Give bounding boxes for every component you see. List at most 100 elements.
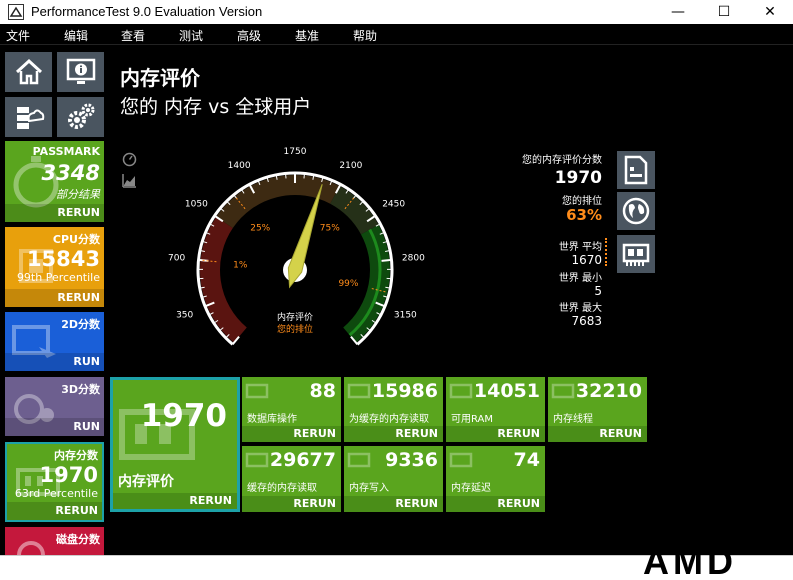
memory-module-icon bbox=[347, 452, 371, 468]
amd-logo: AMD bbox=[643, 541, 737, 580]
result-value: 74 bbox=[513, 449, 540, 471]
result-label: 内存线程 bbox=[553, 414, 593, 425]
result-value: 32210 bbox=[575, 380, 642, 402]
tile-subtext: 99th Percentile bbox=[16, 271, 100, 284]
document-icon bbox=[624, 155, 648, 185]
gauge-tick-label: 2450 bbox=[382, 199, 405, 209]
menu-edit[interactable]: 编辑 bbox=[64, 27, 88, 44]
memory-mark-rerun-button[interactable]: RERUN bbox=[189, 494, 232, 507]
memory-module-icon bbox=[551, 383, 575, 399]
result-tile-database[interactable]: 88 数据库操作 RERUN bbox=[242, 377, 341, 442]
system-info-button[interactable] bbox=[57, 52, 104, 92]
result-tile-memory-threaded[interactable]: 32210 内存线程 RERUN bbox=[548, 377, 647, 442]
disk-icon bbox=[17, 541, 45, 555]
result-tile-uncached-read[interactable]: 15986 为缓存的内存读取 RERUN bbox=[344, 377, 443, 442]
settings-button[interactable] bbox=[57, 97, 104, 137]
tile-name: 内存分数 bbox=[54, 449, 98, 462]
window-title: PerformanceTest 9.0 Evaluation Version bbox=[31, 4, 263, 19]
rerun-button[interactable]: RERUN bbox=[497, 427, 540, 440]
result-value: 15986 bbox=[371, 380, 438, 402]
gauge-major-tick bbox=[381, 258, 392, 262]
rerun-button[interactable]: RERUN bbox=[293, 427, 336, 440]
globe-icon bbox=[622, 197, 650, 225]
world-max-label: 世界 最大 bbox=[558, 303, 602, 314]
memory-module-icon bbox=[245, 383, 269, 399]
passmark-rerun-button[interactable]: RERUN bbox=[57, 206, 100, 219]
page-subtitle: 您的 内存 vs 全球用户 bbox=[120, 96, 312, 118]
tile-subtext: 部分结果 bbox=[56, 188, 100, 201]
memory-rerun-button[interactable]: RERUN bbox=[55, 504, 98, 517]
result-label: 缓存的内存读取 bbox=[247, 483, 317, 494]
memory-mark-result-tile[interactable]: 1970 内存评价 RERUN bbox=[110, 377, 240, 512]
result-tile-available-ram[interactable]: 14051 可用RAM RERUN bbox=[446, 377, 545, 442]
gears-icon bbox=[67, 103, 94, 129]
memory-card-icon bbox=[622, 243, 650, 266]
menu-test[interactable]: 测试 bbox=[179, 27, 203, 44]
world-min-label: 世界 最小 bbox=[558, 273, 602, 284]
cloud-results-button[interactable] bbox=[5, 97, 52, 137]
3d-tile[interactable]: 3D分数 RUN bbox=[5, 377, 104, 436]
score-label: 您的内存评价分数 bbox=[522, 155, 602, 166]
rerun-button[interactable]: RERUN bbox=[395, 497, 438, 510]
result-tile-memory-write[interactable]: 9336 内存写入 RERUN bbox=[344, 446, 443, 512]
rerun-button[interactable]: RERUN bbox=[395, 427, 438, 440]
tile-name: PASSMARK bbox=[32, 145, 100, 158]
rank-value: 63% bbox=[566, 206, 602, 224]
gauge-tick-label: 2100 bbox=[339, 161, 362, 171]
gauge-tick-label: 3150 bbox=[394, 311, 417, 321]
menu-advanced[interactable]: 高级 bbox=[237, 27, 261, 44]
result-label: 内存延迟 bbox=[451, 483, 491, 494]
gauge-tick-label: 350 bbox=[176, 311, 193, 321]
gauge-tick-label: 700 bbox=[168, 254, 185, 264]
gauge-band-label: 25% bbox=[250, 223, 270, 233]
result-tile-cached-read[interactable]: 29677 缓存的内存读取 RERUN bbox=[242, 446, 341, 512]
result-value: 14051 bbox=[473, 380, 540, 402]
memory-tile[interactable]: 内存分数 1970 63rd Percentile RERUN bbox=[5, 442, 104, 522]
tile-name: 3D分数 bbox=[61, 383, 100, 396]
rerun-button[interactable]: RERUN bbox=[497, 497, 540, 510]
world-avg-label: 世界 平均 bbox=[558, 242, 602, 253]
result-tile-memory-latency[interactable]: 74 内存延迟 RERUN bbox=[446, 446, 545, 512]
disk-tile[interactable]: 磁盘分数 bbox=[5, 527, 104, 555]
result-label: 内存写入 bbox=[349, 483, 389, 494]
avg-marker bbox=[605, 238, 607, 266]
memory-gauge: 035070010501400175021002450280031503500 … bbox=[168, 147, 425, 346]
close-button[interactable]: ✕ bbox=[747, 0, 793, 24]
menu-file[interactable]: 文件 bbox=[6, 27, 30, 44]
report-button[interactable] bbox=[617, 151, 655, 189]
minimize-button[interactable]: — bbox=[655, 0, 701, 24]
menu-help[interactable]: 帮助 bbox=[353, 27, 377, 44]
gauge-band-low bbox=[200, 216, 248, 343]
2d-tile[interactable]: 2D分数 RUN bbox=[5, 312, 104, 371]
rerun-button[interactable]: RERUN bbox=[293, 497, 336, 510]
tile-score: 3348 bbox=[41, 161, 100, 185]
tile-name: 2D分数 bbox=[61, 318, 100, 331]
maximize-button[interactable]: ☐ bbox=[701, 0, 747, 24]
gauge-center-sub: 您的排位 bbox=[277, 323, 313, 335]
tile-score: 15843 bbox=[26, 247, 100, 271]
home-button[interactable] bbox=[5, 52, 52, 92]
world-compare-button[interactable] bbox=[617, 192, 655, 230]
memory-mark-label: 内存评价 bbox=[118, 474, 174, 490]
result-value: 29677 bbox=[269, 449, 336, 471]
rerun-button[interactable]: RERUN bbox=[599, 427, 642, 440]
result-value: 88 bbox=[309, 380, 336, 402]
3d-run-button[interactable]: RUN bbox=[73, 420, 100, 433]
title-bar: PerformanceTest 9.0 Evaluation Version —… bbox=[0, 0, 793, 24]
menu-view[interactable]: 查看 bbox=[121, 27, 145, 44]
2d-run-button[interactable]: RUN bbox=[73, 355, 100, 368]
hardware-button[interactable] bbox=[617, 235, 655, 273]
home-icon bbox=[15, 58, 42, 85]
app-icon bbox=[8, 4, 24, 20]
tile-score: 1970 bbox=[39, 463, 98, 487]
result-value: 9336 bbox=[385, 449, 438, 471]
rank-label: 您的排位 bbox=[562, 196, 602, 207]
menu-bar: 文件 编辑 查看 测试 高级 基准 帮助 bbox=[0, 24, 793, 45]
result-label: 为缓存的内存读取 bbox=[349, 414, 429, 425]
menu-baseline[interactable]: 基准 bbox=[295, 27, 319, 44]
cpu-rerun-button[interactable]: RERUN bbox=[57, 291, 100, 304]
cpu-tile[interactable]: CPU分数 15843 99th Percentile RERUN bbox=[5, 227, 104, 307]
cloud-server-icon bbox=[16, 107, 44, 129]
tile-name: 磁盘分数 bbox=[56, 533, 100, 546]
passmark-tile[interactable]: PASSMARK 3348 部分结果 RERUN bbox=[5, 141, 104, 222]
